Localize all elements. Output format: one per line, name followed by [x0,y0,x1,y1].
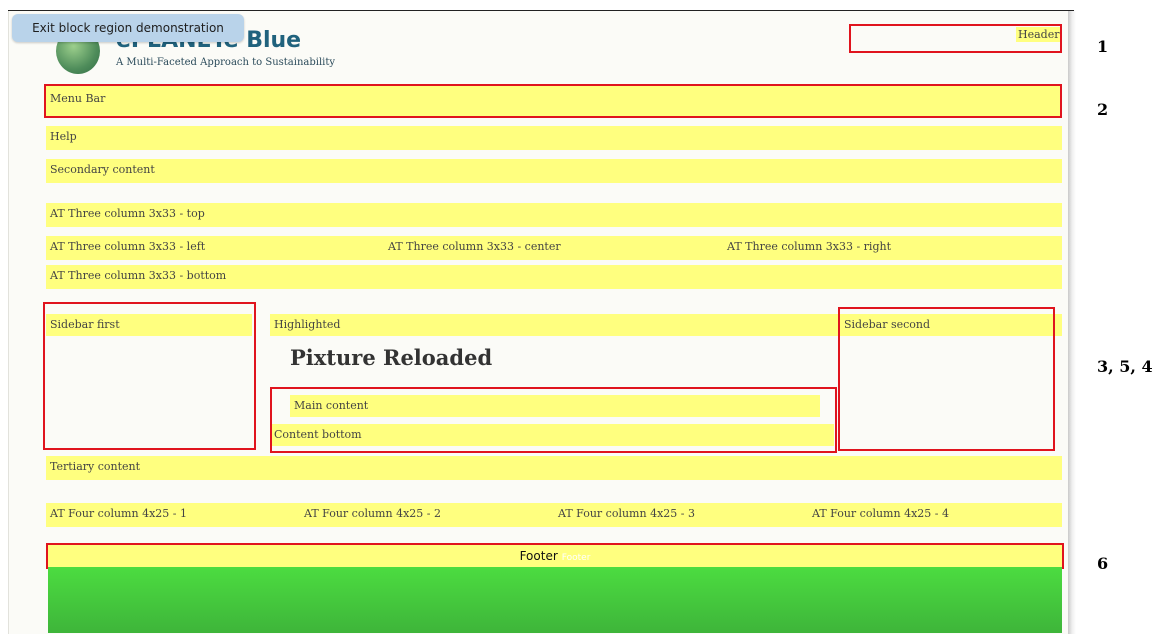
highlight-box-main-content [270,387,837,453]
region-three-col-bottom: AT Three column 3x33 - bottom [46,265,1062,289]
region-four-col-row: AT Four column 4x25 - 1 AT Four column 4… [46,503,1062,527]
annotation-number-2: 2 [1097,100,1109,119]
region-help: Help [46,126,1062,150]
region-three-col-center: AT Three column 3x33 - center [388,240,561,253]
region-three-col-right: AT Three column 3x33 - right [727,240,892,253]
region-three-col-left: AT Three column 3x33 - left [50,240,206,253]
annotation-number-6: 6 [1097,554,1109,573]
page-title: Pixture Reloaded [290,345,493,370]
region-secondary-content: Secondary content [46,159,1062,183]
highlight-box-sidebar-second [838,307,1055,451]
region-three-col-row: AT Three column 3x33 - left AT Three col… [46,236,1062,260]
highlight-box-menu-bar [44,84,1062,118]
top-border-line [8,10,1074,11]
annotation-number-3-5-4: 3, 5, 4 [1097,357,1153,376]
page-shadow [1068,10,1076,634]
highlight-box-header [849,24,1062,53]
highlight-box-footer [46,543,1064,569]
region-tertiary-content: Tertiary content [46,456,1062,480]
site-slogan: A Multi-Faceted Approach to Sustainabili… [116,57,336,68]
region-four-col-2: AT Four column 4x25 - 2 [304,507,441,520]
region-three-col-top: AT Three column 3x33 - top [46,203,1062,227]
region-four-col-3: AT Four column 4x25 - 3 [558,507,695,520]
region-four-col-4: AT Four column 4x25 - 4 [812,507,949,520]
footer-background [48,567,1062,633]
highlight-box-sidebar-first [43,302,256,450]
region-four-col-1: AT Four column 4x25 - 1 [50,507,187,520]
annotation-number-1: 1 [1097,37,1109,56]
exit-block-demo-button[interactable]: Exit block region demonstration [12,14,244,42]
